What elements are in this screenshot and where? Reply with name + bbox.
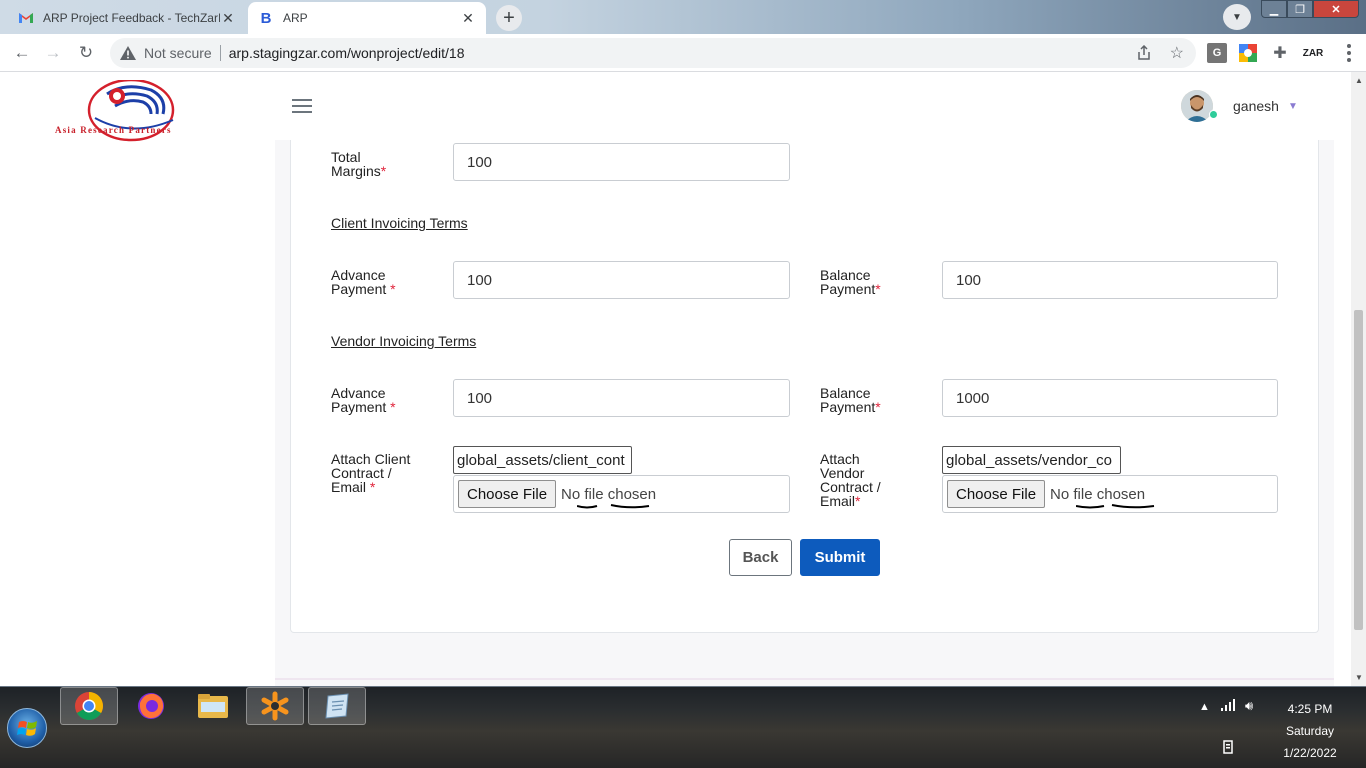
vendor-balance-payment-label: Balance Payment* bbox=[820, 385, 881, 415]
bootstrap-b-icon: B bbox=[260, 9, 272, 27]
volume-speaker-icon[interactable]: 🔊︎ bbox=[1245, 698, 1253, 714]
chevron-down-icon[interactable]: ▼ bbox=[1288, 101, 1298, 112]
taskbar-snipping-tool[interactable] bbox=[308, 687, 366, 725]
attach-client-contract-label: Attach Client Contract / Email * bbox=[331, 451, 411, 495]
page-scrollbar[interactable]: ▲ ▼ bbox=[1351, 72, 1366, 686]
windows-taskbar: ▲ 🔊︎ 4:25 PM Saturday 1/22/2022 bbox=[0, 686, 1366, 768]
bookmark-star-icon[interactable]: ☆ bbox=[1170, 43, 1184, 63]
chrome-icon bbox=[75, 692, 103, 720]
share-icon[interactable] bbox=[1136, 44, 1152, 61]
show-hidden-icons-arrow-icon[interactable]: ▲ bbox=[1199, 701, 1210, 713]
browser-tab-strip: ARP Project Feedback - TechZarI ✕ B ARP … bbox=[0, 0, 1366, 34]
scroll-down-arrow-icon[interactable]: ▼ bbox=[1355, 673, 1363, 682]
system-clock[interactable]: 4:25 PM Saturday 1/22/2022 bbox=[1270, 698, 1350, 764]
back-button[interactable]: Back bbox=[729, 539, 792, 576]
online-status-dot bbox=[1209, 110, 1218, 119]
page-viewport: Asia Research Partners ganesh ▼ Total Ma… bbox=[0, 72, 1351, 686]
new-tab-button[interactable]: + bbox=[496, 5, 522, 31]
client-balance-payment-input[interactable]: 100 bbox=[942, 261, 1278, 299]
attach-vendor-contract-label: Attach Vendor Contract / Email* bbox=[820, 451, 881, 509]
total-margins-label: Total Margins* bbox=[331, 149, 387, 179]
tab-title: ARP bbox=[283, 11, 308, 25]
network-signal-icon[interactable] bbox=[1220, 699, 1236, 714]
taskbar-app-orange[interactable] bbox=[246, 687, 304, 725]
no-file-chosen-text: No file chosen bbox=[561, 485, 657, 503]
clock-time: 4:25 PM bbox=[1287, 702, 1333, 716]
puzzle-extensions-icon[interactable]: ✚ bbox=[1270, 43, 1290, 63]
choose-file-button[interactable]: Choose File bbox=[458, 480, 557, 508]
folder-icon bbox=[198, 694, 228, 718]
security-label: Not secure bbox=[144, 45, 212, 61]
logo-text: Asia Research Partners bbox=[55, 125, 172, 135]
back-arrow-icon[interactable]: ← bbox=[10, 41, 34, 65]
tab-arp-project-feedback[interactable]: ARP Project Feedback - TechZarI ✕ bbox=[8, 2, 246, 34]
warning-icon[interactable] bbox=[120, 45, 136, 61]
client-invoicing-terms-heading: Client Invoicing Terms bbox=[331, 215, 468, 231]
notepad-icon bbox=[325, 693, 349, 719]
hamburger-menu-icon[interactable] bbox=[292, 99, 312, 113]
close-tab-icon[interactable]: ✕ bbox=[220, 10, 236, 27]
tab-title: ARP Project Feedback - TechZarI bbox=[43, 11, 220, 25]
taskbar-firefox[interactable] bbox=[122, 687, 180, 725]
avatar[interactable] bbox=[1181, 90, 1213, 122]
total-margins-input[interactable]: 100 bbox=[453, 143, 790, 181]
spellcheck-underline bbox=[577, 504, 650, 509]
forward-arrow-icon[interactable]: → bbox=[41, 41, 65, 65]
vendor-balance-payment-input[interactable]: 1000 bbox=[942, 379, 1278, 417]
address-bar[interactable]: Not secure arp.stagingzar.com/wonproject… bbox=[110, 38, 1196, 68]
user-menu[interactable]: ganesh ▼ bbox=[1181, 89, 1298, 123]
chevron-down-icon: ▼ bbox=[1232, 11, 1242, 23]
spellcheck-underline bbox=[1076, 504, 1155, 509]
client-balance-payment-label: Balance Payment* bbox=[820, 267, 881, 297]
google-extension-icon[interactable] bbox=[1238, 43, 1258, 63]
user-name: ganesh bbox=[1233, 98, 1279, 114]
asia-research-partners-logo[interactable]: Asia Research Partners bbox=[55, 78, 207, 146]
windows-start-button[interactable] bbox=[7, 708, 47, 748]
footer-divider bbox=[275, 678, 1334, 680]
vendor-invoicing-terms-heading: Vendor Invoicing Terms bbox=[331, 333, 477, 349]
vendor-advance-payment-input[interactable]: 100 bbox=[453, 379, 790, 417]
no-file-chosen-text: No file chosen bbox=[1050, 485, 1146, 503]
firefox-icon bbox=[138, 693, 164, 719]
reload-icon[interactable]: ↻ bbox=[74, 41, 98, 65]
url-text[interactable]: arp.stagingzar.com/wonproject/edit/18 bbox=[229, 45, 465, 61]
minimize-window-button[interactable]: ▁ bbox=[1261, 0, 1287, 18]
grammar-extension-icon[interactable]: G bbox=[1207, 43, 1227, 63]
choose-file-button[interactable]: Choose File bbox=[947, 480, 1046, 508]
app-header: ganesh ▼ bbox=[275, 72, 1351, 140]
sidebar: Asia Research Partners bbox=[0, 72, 275, 686]
scroll-up-arrow-icon[interactable]: ▲ bbox=[1355, 76, 1363, 85]
action-center-icon[interactable] bbox=[1222, 740, 1234, 757]
taskbar-file-explorer[interactable] bbox=[184, 687, 242, 725]
scrollbar-thumb[interactable] bbox=[1354, 310, 1363, 630]
clock-date: 1/22/2022 bbox=[1283, 746, 1337, 760]
close-tab-icon[interactable]: ✕ bbox=[460, 10, 476, 27]
windows-logo-icon bbox=[17, 721, 37, 736]
maximize-window-button[interactable]: ❐ bbox=[1287, 0, 1313, 18]
taskbar-chrome[interactable] bbox=[60, 687, 118, 725]
vendor-advance-payment-label: Advance Payment * bbox=[331, 385, 396, 415]
browser-toolbar: ← → ↻ Not secure arp.stagingzar.com/wonp… bbox=[0, 34, 1366, 72]
client-advance-payment-input[interactable]: 100 bbox=[453, 261, 790, 299]
profile-zar-icon[interactable]: ZAR bbox=[1300, 43, 1326, 63]
divider bbox=[219, 45, 221, 61]
clock-day: Saturday bbox=[1285, 724, 1335, 738]
vendor-contract-path-field[interactable]: global_assets/vendor_co bbox=[942, 446, 1121, 474]
tab-arp[interactable]: B ARP ✕ bbox=[248, 2, 486, 34]
tab-search-button[interactable]: ▼ bbox=[1223, 4, 1251, 30]
close-window-button[interactable]: ✕ bbox=[1313, 0, 1359, 18]
asterisk-app-icon bbox=[261, 691, 289, 721]
submit-button[interactable]: Submit bbox=[800, 539, 880, 576]
client-contract-path-field[interactable]: global_assets/client_cont bbox=[453, 446, 632, 474]
browser-menu-icon[interactable] bbox=[1341, 42, 1357, 64]
client-advance-payment-label: Advance Payment * bbox=[331, 267, 396, 297]
gmail-icon bbox=[18, 10, 34, 26]
